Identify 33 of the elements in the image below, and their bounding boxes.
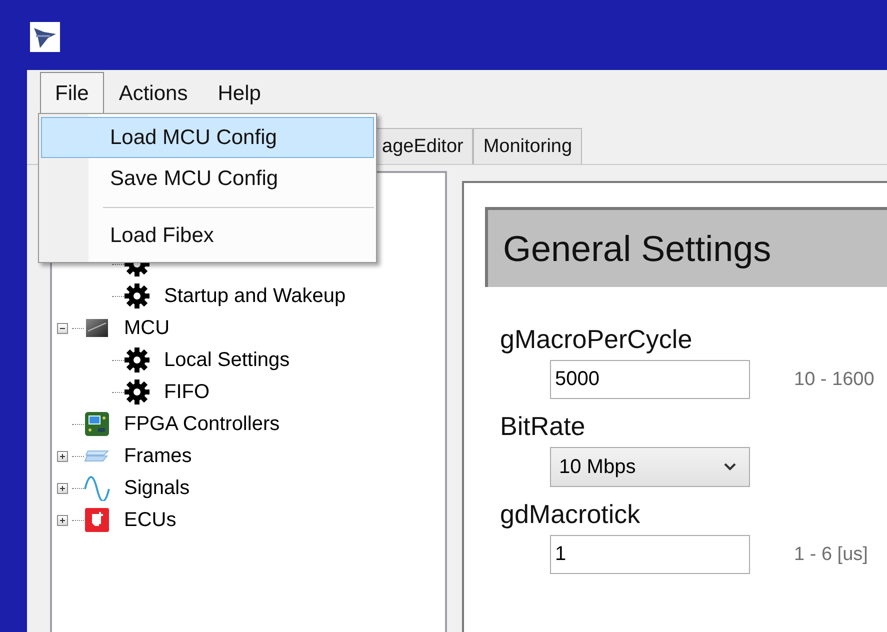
tree-item[interactable]: FPGA Controllers (124, 412, 280, 436)
menu-title[interactable]: Actions (104, 72, 203, 115)
tab[interactable]: Monitoring (473, 128, 582, 164)
dropdown[interactable]: 10 Mbps (550, 447, 750, 487)
expand-toggle[interactable] (56, 450, 68, 462)
tree-item[interactable]: MCU (124, 316, 170, 340)
sine-wave-icon (84, 475, 110, 501)
section-header: General Settings (485, 207, 887, 287)
expand-toggle[interactable] (56, 514, 68, 526)
tree-item[interactable]: Frames (124, 444, 192, 468)
field-label: BitRate (500, 411, 586, 441)
tree-item[interactable]: Local Settings (164, 348, 290, 372)
tree-item[interactable]: FIFO (164, 380, 210, 404)
field-label: gdMacrotick (500, 499, 640, 529)
menu-item[interactable]: Load MCU Config (41, 117, 374, 158)
menu-item[interactable]: Save MCU Config (41, 158, 374, 199)
chevron-down-icon (723, 462, 737, 472)
tree-item[interactable]: ECUs (124, 508, 176, 532)
field-label: gMacroPerCycle (500, 324, 692, 354)
menu-title[interactable]: File (40, 72, 104, 115)
menu-title[interactable]: Help (202, 72, 276, 115)
input-field[interactable]: 1 (550, 535, 750, 574)
menu-item[interactable]: Load Fibex (41, 215, 374, 256)
input-field[interactable]: 5000 (550, 360, 750, 399)
circuit-board-icon (84, 411, 110, 437)
expand-toggle[interactable] (56, 482, 68, 494)
tree-item[interactable]: Signals (124, 476, 190, 500)
app-logo-icon (30, 22, 60, 52)
plug-icon (84, 507, 110, 533)
range-hint: 1 - 6 [us] (794, 544, 868, 566)
collapse-toggle[interactable] (56, 322, 68, 334)
tree-item[interactable]: Startup and Wakeup (164, 284, 346, 308)
range-hint: 10 - 1600 (794, 368, 874, 390)
